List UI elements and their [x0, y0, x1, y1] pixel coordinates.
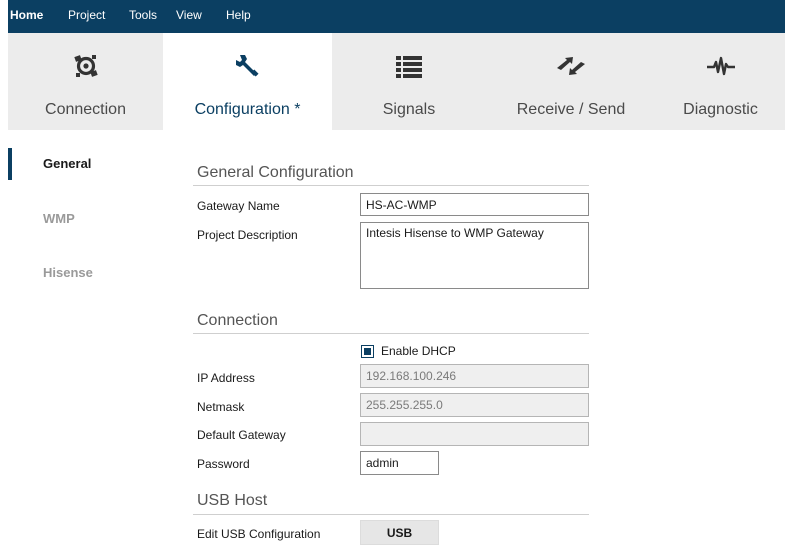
tab-configuration-label: Configuration * — [194, 101, 301, 118]
section-title-usb-host: USB Host — [197, 492, 268, 509]
usb-button[interactable]: USB — [360, 520, 439, 545]
tab-signals-label: Signals — [382, 101, 436, 118]
netmask-input[interactable] — [360, 393, 589, 417]
menu-tools[interactable]: Tools — [129, 8, 157, 22]
section-title-general: General Configuration — [197, 164, 354, 181]
tab-receive-send[interactable]: Receive / Send — [486, 33, 656, 130]
menu-view[interactable]: View — [176, 8, 202, 22]
password-label: Password — [197, 457, 250, 471]
checkbox-checked-mark — [364, 348, 371, 355]
project-description-label: Project Description — [197, 228, 298, 242]
enable-dhcp-label: Enable DHCP — [381, 344, 456, 358]
sidenav-item-hisense[interactable]: Hisense — [43, 265, 93, 280]
sidenav-item-general[interactable]: General — [43, 156, 91, 171]
tab-connection[interactable]: Connection — [8, 33, 163, 130]
ip-address-input[interactable] — [360, 364, 589, 388]
transfer-icon — [486, 51, 656, 81]
connection-icon — [8, 51, 163, 81]
tab-receive-send-label: Receive / Send — [516, 101, 626, 118]
section-divider — [193, 185, 589, 186]
tab-connection-label: Connection — [45, 101, 126, 118]
password-input[interactable] — [360, 451, 439, 475]
netmask-label: Netmask — [197, 400, 245, 414]
main-toolbar: Connection Configuration * Signals Recei… — [8, 33, 785, 130]
menu-home[interactable]: Home — [10, 8, 43, 22]
wrench-icon — [163, 51, 332, 81]
project-description-input[interactable]: Intesis Hisense to WMP Gateway — [360, 222, 589, 289]
section-divider — [193, 514, 589, 515]
enable-dhcp-checkbox[interactable] — [361, 345, 374, 358]
app-window: Home Project Tools View Help Connection — [0, 0, 785, 545]
ip-address-label: IP Address — [197, 371, 255, 385]
sidenav-item-wmp[interactable]: WMP — [43, 211, 75, 226]
menu-help[interactable]: Help — [226, 8, 251, 22]
menu-project[interactable]: Project — [68, 8, 105, 22]
edit-usb-configuration-label: Edit USB Configuration — [197, 527, 321, 541]
default-gateway-label: Default Gateway — [197, 428, 286, 442]
list-icon — [332, 51, 486, 81]
default-gateway-input[interactable] — [360, 422, 589, 446]
gateway-name-input[interactable] — [360, 193, 589, 216]
section-title-connection: Connection — [197, 312, 278, 329]
section-divider — [193, 333, 589, 334]
menu-bar: Home Project Tools View Help — [8, 0, 785, 33]
sidenav-active-indicator — [8, 148, 12, 180]
pulse-icon — [656, 51, 785, 81]
tab-configuration[interactable]: Configuration * — [163, 33, 332, 130]
gateway-name-label: Gateway Name — [197, 199, 280, 213]
tab-diagnostic[interactable]: Diagnostic — [656, 33, 785, 130]
tab-diagnostic-label: Diagnostic — [683, 101, 758, 118]
tab-signals[interactable]: Signals — [332, 33, 486, 130]
